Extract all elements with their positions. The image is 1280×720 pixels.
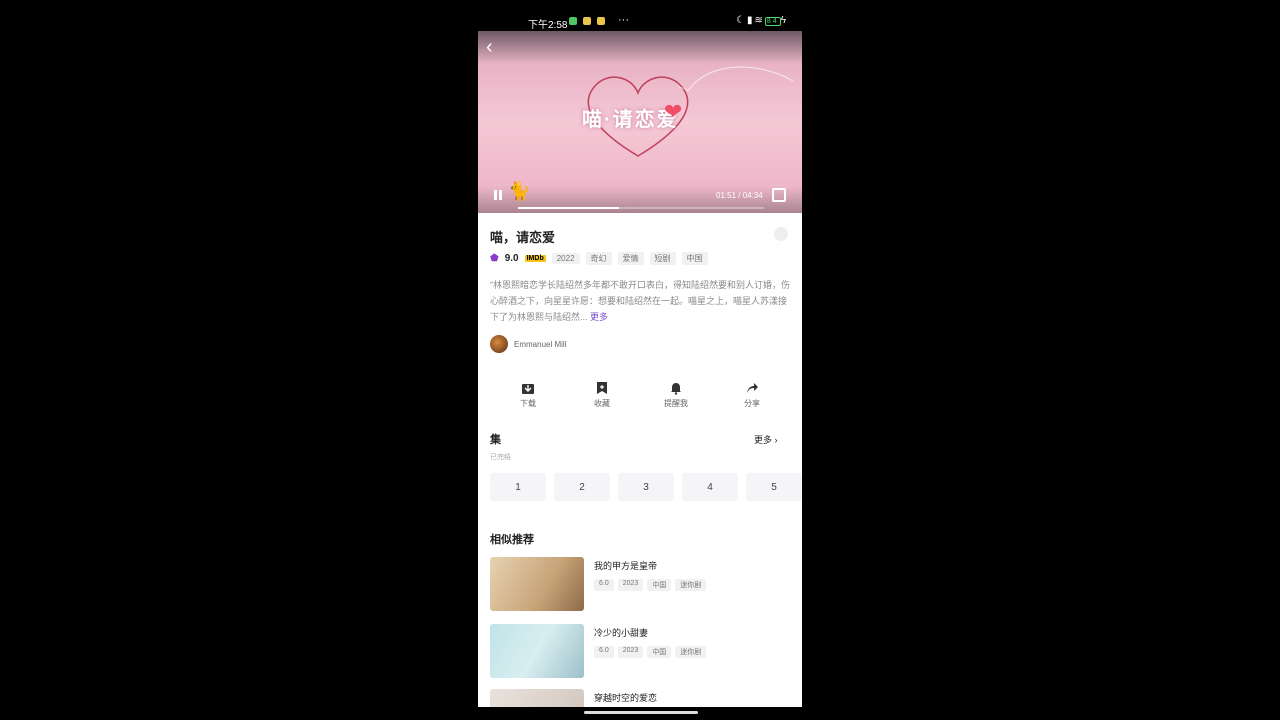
back-button[interactable]: ‹ [486,37,506,57]
recommend-title: 穿越时空的爱恋 [594,693,658,703]
recommend-item[interactable]: 我的甲方是皇帝 6.0 2023 中国 迷你剧 [490,557,790,613]
bell-icon [671,383,681,395]
decor-hearts [678,66,794,92]
score: 9.0 [504,252,519,264]
charging-icon: ϟ [780,15,788,26]
remind-me-button[interactable]: 提醒我 [656,381,696,409]
more-notifications-icon: ··· [618,14,629,26]
heart-icon: ❤ [664,99,683,124]
system-icons: ☾▮≋ 84 ϟ [736,15,788,26]
tag: 2023 [617,646,644,658]
synopsis-text: “林恩熙暗恋学长陆绍然多年都不敢开口表白，得知陆绍然要和别人订婚，伤心醉酒之下，… [490,280,790,322]
episode-list: 1 2 3 4 5 [490,473,802,501]
app-notification-icon [569,17,577,26]
status-bar: 下午2:58 ··· ☾▮≋ 84 ϟ [478,12,802,32]
moon-icon: ☾ [736,15,747,26]
recommend-item[interactable]: 冷少的小甜妻 6.0 2023 中国 迷你剧 [490,624,790,680]
download-label: 下载 [520,399,536,408]
tag: 2022 [551,252,580,264]
poster-thumbnail [490,689,584,707]
recommend-title: 冷少的小甜妻 [594,628,649,638]
cast-item[interactable]: Emmanuel Mill [490,335,566,353]
notification-icons [566,16,605,27]
download-icon [522,384,534,394]
tag: 6.0 [594,579,614,591]
tag: 中国 [681,251,708,265]
app-screen: 喵·请恋爱 ❤ ‹ 🐈 01:51 / 04:34 喵，请恋爱 ⬟ 9.0 IM… [478,31,802,707]
remind-label: 提醒我 [664,399,688,408]
video-progress-bar[interactable] [518,207,764,209]
imdb-badge: IMDb [524,254,546,262]
episodes-status: 已完结 [490,454,511,461]
poster-thumbnail [490,624,584,678]
rating-tags-row: ⬟ 9.0 IMDb 2022 奇幻 爱情 短剧 中国 [490,251,708,265]
video-player[interactable]: 喵·请恋爱 ❤ ‹ 🐈 01:51 / 04:34 [478,31,802,213]
drama-title: 喵，请恋爱 [490,230,556,245]
tag: 迷你剧 [675,646,707,658]
poster-thumbnail [490,557,584,611]
episodes-heading: 集 [490,434,501,446]
share-icon [747,383,758,393]
app-notification-icon [596,17,605,26]
chevron-right-icon: › [774,435,778,445]
episode-item[interactable]: 1 [490,473,546,501]
recommend-item[interactable]: 穿越时空的爱恋 [490,689,790,707]
status-time: 下午2:58 [528,20,568,31]
tag: 爱情 [617,251,644,265]
home-indicator[interactable] [584,711,698,714]
recommend-tags: 6.0 2023 中国 迷你剧 [594,579,707,591]
episode-item[interactable]: 4 [682,473,738,501]
download-button[interactable]: 下载 [508,381,548,409]
tag: 中国 [647,646,672,658]
tag: 迷你剧 [675,579,707,591]
synopsis-more-link[interactable]: 更多 [590,312,608,322]
synopsis: “林恩熙暗恋学长陆绍然多年都不敢开口表白，得知陆绍然要和别人订婚，伤心醉酒之下，… [490,277,790,325]
battery-icon: 84 [764,17,781,26]
avatar [490,335,508,353]
episodes-more-link[interactable]: 更多 › [754,433,778,446]
tag: 2023 [617,579,644,591]
episode-item[interactable]: 3 [618,473,674,501]
bookmark-icon [597,382,607,394]
wifi-icon: ≋ [754,15,765,26]
tag: 短剧 [649,251,676,265]
share-button[interactable]: 分享 [732,381,772,409]
share-label: 分享 [744,399,760,408]
action-bar: 下载 收藏 提醒我 分享 [478,381,802,415]
toggle-icon[interactable] [774,227,788,241]
tag: 中国 [647,579,672,591]
signal-icon: ▮ [747,15,755,26]
favorite-label: 收藏 [594,399,610,408]
recommend-tags: 6.0 2023 中国 迷你剧 [594,646,707,658]
video-timecode: 01:51 / 04:34 [716,191,763,200]
progress-fill [518,207,619,209]
star-icon: ⬟ [490,252,499,264]
tag: 奇幻 [585,251,612,265]
episodes-more-label: 更多 [754,435,773,445]
recommend-heading: 相似推荐 [490,534,534,546]
fullscreen-icon[interactable] [772,188,786,202]
episode-item[interactable]: 5 [746,473,802,501]
app-notification-icon [582,17,591,26]
favorite-button[interactable]: 收藏 [582,381,622,409]
cat-mascot-icon: 🐈 [508,181,531,201]
pause-icon[interactable] [492,189,504,201]
tag: 6.0 [594,646,614,658]
episode-item[interactable]: 2 [554,473,610,501]
cast-name: Emmanuel Mill [514,339,567,349]
recommend-title: 我的甲方是皇帝 [594,561,658,571]
